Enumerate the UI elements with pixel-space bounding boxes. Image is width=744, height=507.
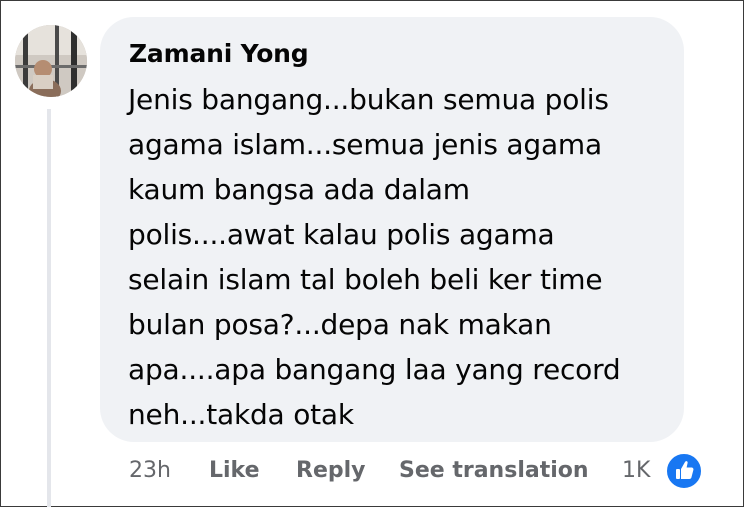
comment-line: selain islam tal boleh beli ker time (128, 263, 603, 296)
comment-timestamp[interactable]: 23h (129, 453, 171, 489)
comment-frame: Zamani Yong Jenis bangang...bukan semua … (0, 0, 744, 507)
comment-line: agama islam...semua jenis agama (128, 128, 602, 161)
like-button[interactable]: Like (209, 453, 260, 489)
comment-line: Jenis bangang...bukan semua polis (128, 83, 609, 116)
thread-line (47, 109, 51, 507)
thumbs-up-icon[interactable] (665, 452, 703, 490)
comment-author[interactable]: Zamani Yong (129, 39, 309, 68)
comment-line: polis....awat kalau polis agama (128, 218, 555, 251)
avatar-photo (15, 25, 87, 97)
see-translation-button[interactable]: See translation (399, 453, 589, 489)
avatar[interactable] (15, 25, 87, 97)
comment-text: Jenis bangang...bukan semua polis agama … (128, 77, 673, 437)
comment-line: kaum bangsa ada dalam (128, 173, 470, 206)
reaction-count[interactable]: 1K (622, 453, 650, 489)
comment-line: bulan posa?...depa nak makan (128, 308, 552, 341)
comment-line: neh...takda otak (128, 398, 354, 431)
comment-line: apa....apa bangang laa yang record (128, 353, 621, 386)
reply-button[interactable]: Reply (296, 453, 366, 489)
